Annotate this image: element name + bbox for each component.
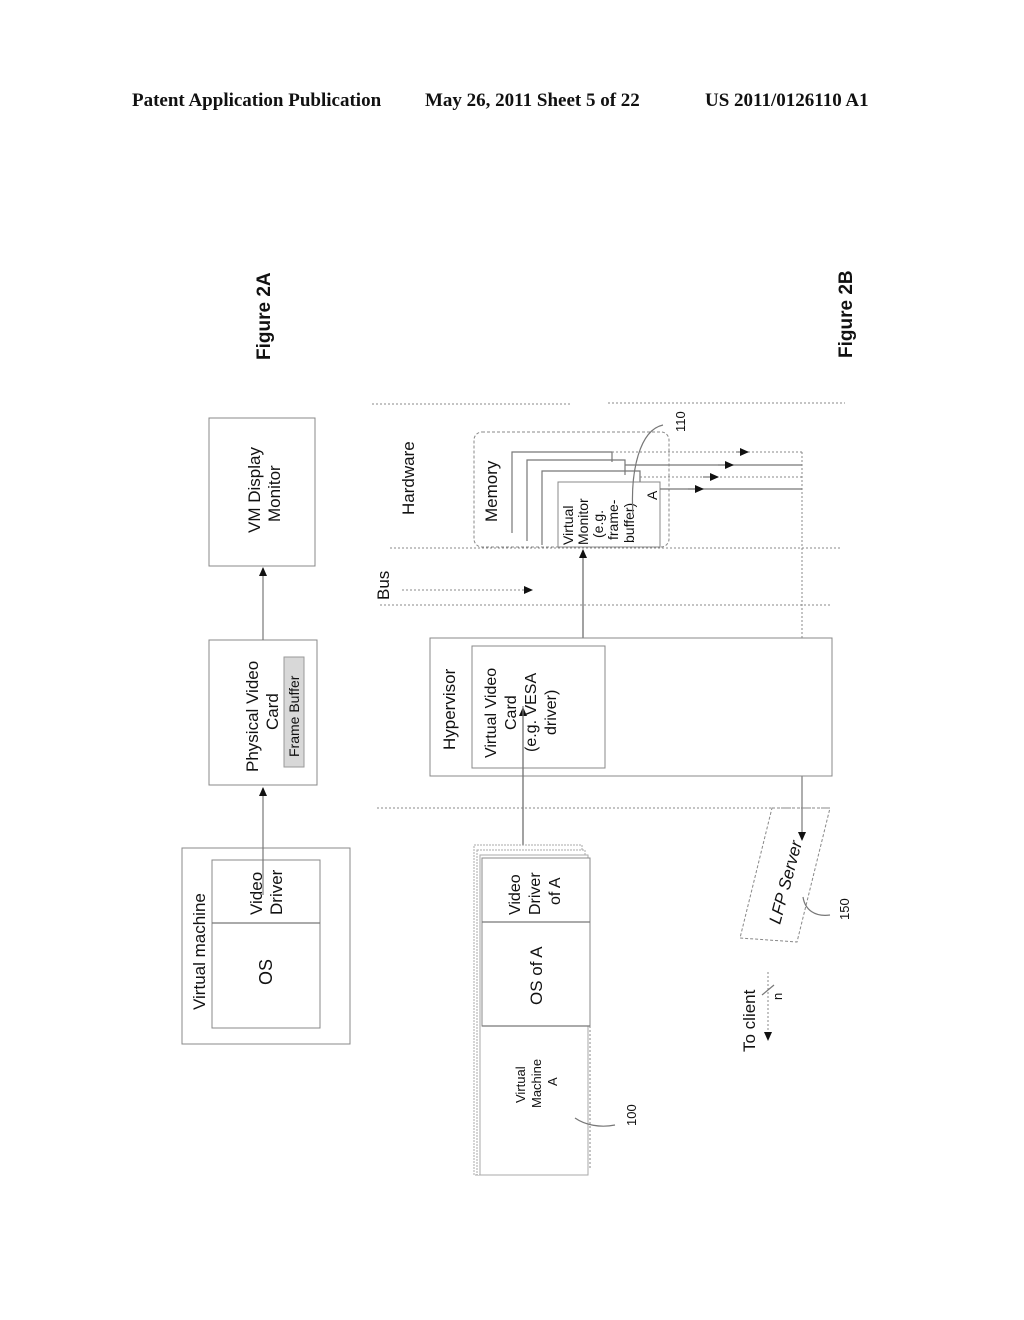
video-driver-a-line3: of A (547, 877, 564, 905)
physical-video-card-line2: Card (263, 693, 282, 730)
ref-110: 110 (673, 411, 688, 432)
vm-inner-box (211, 859, 321, 1029)
virtual-video-card-line3: (e.g. VESA (523, 673, 540, 752)
virtual-monitor-line4: frame- (605, 499, 621, 540)
vm-display-monitor-line1: VM Display (245, 447, 264, 533)
bus-label: Bus (374, 571, 393, 600)
to-client-label: To client (740, 989, 759, 1052)
figure-2a: Figure 2A Virtual machine OS Video Drive… (181, 272, 351, 1045)
os-label: OS (256, 959, 276, 985)
video-driver-label-line2: Driver (267, 869, 286, 915)
figure-2a-caption: Figure 2A (254, 272, 275, 360)
virtual-monitor-line1: Virtual (560, 506, 576, 545)
n-label: n (770, 993, 785, 1000)
ref-150: 150 (837, 898, 852, 920)
hardware-label: Hardware (399, 441, 418, 515)
os-of-a-label: OS of A (527, 946, 546, 1005)
figure-2b-caption: Figure 2B (836, 270, 857, 358)
virtual-video-card-line2: Card (503, 695, 520, 730)
video-driver-a-line1: Video (507, 874, 524, 915)
virtual-monitor-line2: Monitor (575, 498, 591, 545)
virtual-machine-a-line1: Virtual (513, 1066, 528, 1103)
virtual-monitor-line3: (e.g. (590, 510, 606, 538)
diagram-canvas: Figure 2A Virtual machine OS Video Drive… (181, 270, 857, 1176)
virtual-monitor-line5: buffer) (621, 503, 637, 543)
lfp-server-label: LFP Server (766, 837, 807, 926)
vm-display-monitor-line2: Monitor (265, 465, 284, 522)
virtual-machine-label: Virtual machine (190, 893, 209, 1010)
virtual-video-card-line1: Virtual Video (483, 668, 500, 758)
video-driver-a-line2: Driver (527, 872, 544, 915)
virtual-machine-a-line3: A (545, 1077, 560, 1086)
virtual-machine-a-line2: Machine (529, 1059, 544, 1108)
frame-buffer-label: Frame Buffer (286, 675, 302, 757)
virtual-monitor-line6: A (644, 490, 660, 500)
physical-video-card-line1: Physical Video (243, 661, 262, 772)
ref-100: 100 (624, 1104, 639, 1126)
hypervisor-label: Hypervisor (440, 668, 459, 750)
virtual-video-card-line4: driver) (543, 690, 560, 735)
memory-label: Memory (482, 460, 501, 522)
figure-2b: Figure 2B Hardware Memory Virtual Monito… (372, 270, 857, 1176)
